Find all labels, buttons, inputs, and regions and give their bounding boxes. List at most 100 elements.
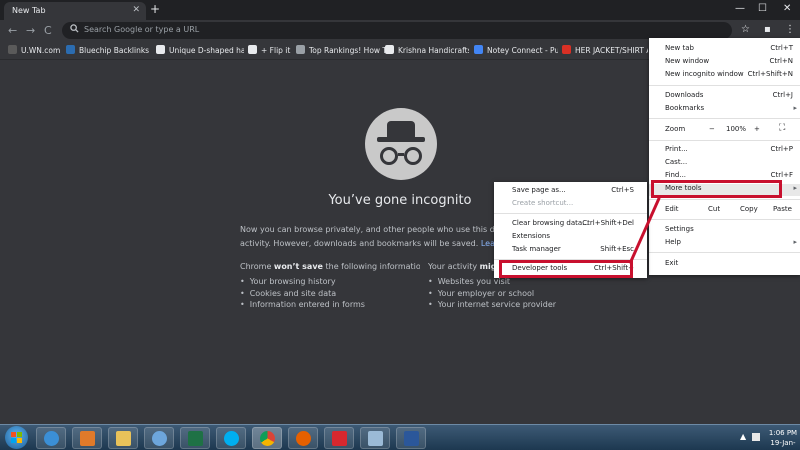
folder-icon — [116, 431, 131, 446]
search-icon — [70, 24, 79, 36]
activity-visible-list: Websites you visit Your employer or scho… — [428, 276, 556, 311]
menu-item-new-tab[interactable]: New tab Ctrl+T — [665, 44, 793, 56]
description-line: activity. However, downloads and bookmar… — [240, 237, 495, 251]
bookmark-star-icon[interactable]: ☆ — [741, 24, 750, 35]
menu-separator — [649, 85, 800, 86]
incognito-profile-icon[interactable]: ▪ — [764, 24, 771, 35]
forward-icon[interactable]: → — [26, 24, 35, 37]
submenu-item-extensions[interactable]: Extensions — [512, 232, 634, 244]
menu-label: Task manager — [512, 245, 561, 253]
menu-item-new-window[interactable]: New window Ctrl+N — [665, 57, 793, 69]
menu-label: Clear browsing data... — [512, 219, 589, 227]
menu-label: Edit — [665, 205, 679, 213]
learn-more-link[interactable]: Learn mor — [481, 239, 495, 248]
taskbar-app-word[interactable] — [396, 427, 426, 449]
taskbar-app-paint[interactable] — [144, 427, 174, 449]
submenu-item-save-page[interactable]: Save page as... Ctrl+S — [512, 186, 634, 198]
tray-expand-icon[interactable]: ▲ — [740, 432, 746, 441]
menu-item-print[interactable]: Print... Ctrl+P — [665, 145, 793, 157]
menu-item-help[interactable]: Help ▸ — [665, 238, 797, 250]
heading-bold: won’t save — [273, 262, 323, 271]
taskbar-app-generic[interactable] — [360, 427, 390, 449]
taskbar-app-skype[interactable] — [216, 427, 246, 449]
menu-label: New incognito window — [665, 70, 744, 78]
fullscreen-icon[interactable]: ⛶ — [779, 123, 785, 133]
menu-item-exit[interactable]: Exit — [665, 259, 793, 271]
bookmark-item[interactable]: HER JACKET/SHIRT A — [562, 45, 648, 55]
taskbar-app-acrobat[interactable] — [324, 427, 354, 449]
list-item: Your internet service provider — [428, 299, 556, 311]
menu-item-new-incognito[interactable]: New incognito window Ctrl+Shift+N — [665, 70, 793, 82]
list-item: Your employer or school — [428, 288, 556, 300]
internet-explorer-icon — [44, 431, 59, 446]
submenu-item-task-manager[interactable]: Task manager Shift+Esc — [512, 245, 634, 257]
bookmark-favicon — [474, 45, 483, 54]
taskbar-app-excel[interactable] — [180, 427, 210, 449]
menu-label: Exit — [665, 259, 679, 267]
reload-icon[interactable]: C — [44, 24, 52, 37]
acrobat-icon — [332, 431, 347, 446]
chrome-menu-icon[interactable]: ⋮ — [785, 24, 795, 35]
menu-item-downloads[interactable]: Downloads Ctrl+J — [665, 91, 793, 103]
submenu-item-clear-browsing-data[interactable]: Clear browsing data... Ctrl+Shift+Del — [512, 219, 634, 231]
skype-icon — [224, 431, 239, 446]
copy-button[interactable]: Copy — [740, 205, 758, 213]
menu-shortcut: Shift+Esc — [600, 245, 634, 253]
menu-item-settings[interactable]: Settings — [665, 225, 793, 237]
tab-strip: New Tab ✕ + — ☐ ✕ — [0, 0, 800, 20]
taskbar-app-media-player[interactable] — [72, 427, 102, 449]
menu-separator — [649, 199, 800, 200]
back-icon[interactable]: ← — [8, 24, 17, 37]
bookmark-favicon — [156, 45, 165, 54]
windows-logo-icon — [11, 432, 22, 443]
maximize-icon[interactable]: ☐ — [758, 3, 767, 14]
incognito-description: Now you can browse privately, and other … — [240, 223, 495, 251]
submenu-arrow-icon: ▸ — [793, 104, 797, 112]
taskbar-app-chrome[interactable] — [252, 427, 282, 449]
menu-label: Downloads — [665, 91, 704, 99]
menu-shortcut: Ctrl+S — [611, 186, 634, 194]
menu-separator — [649, 219, 800, 220]
paste-button[interactable]: Paste — [773, 205, 792, 213]
page-title: You’ve gone incognito — [328, 193, 472, 208]
heading-bold: migh — [479, 262, 494, 271]
taskbar-app-firefox[interactable] — [288, 427, 318, 449]
bookmark-favicon — [296, 45, 305, 54]
action-center-flag-icon[interactable] — [752, 433, 760, 441]
tab-new-tab[interactable]: New Tab ✕ — [4, 2, 146, 20]
heading-text: Chrome — [240, 262, 274, 271]
submenu-arrow-icon: ▸ — [793, 238, 797, 246]
zoom-out-button[interactable]: − — [709, 125, 715, 133]
new-tab-button[interactable]: + — [150, 3, 160, 15]
system-clock[interactable]: 1:06 PM 19-Jan-19 — [768, 428, 798, 450]
minimize-icon[interactable]: — — [735, 3, 745, 14]
omnibox-placeholder: Search Google or type a URL — [84, 25, 200, 34]
bookmark-item[interactable]: Krishna Handicrafts — [385, 45, 469, 55]
bookmark-label: + Flip it — [261, 46, 291, 55]
close-window-icon[interactable]: ✕ — [783, 3, 791, 14]
bookmark-item[interactable]: Top Rankings! How T — [296, 45, 388, 55]
menu-shortcut: Ctrl+P — [770, 145, 793, 153]
menu-label: Extensions — [512, 232, 551, 240]
bookmark-item[interactable]: Unique D-shaped ha — [156, 45, 244, 55]
developer-tools-highlight — [499, 260, 633, 278]
menu-item-cast[interactable]: Cast... — [665, 158, 793, 170]
wont-save-list: Your browsing history Cookies and site d… — [240, 276, 365, 311]
omnibox[interactable]: Search Google or type a URL — [62, 22, 732, 39]
zoom-in-button[interactable]: + — [754, 125, 760, 133]
bookmark-item[interactable]: Notey Connect - Pub — [474, 45, 558, 55]
menu-label: Bookmarks — [665, 104, 705, 112]
menu-item-bookmarks[interactable]: Bookmarks ▸ — [665, 104, 797, 116]
menu-label: Settings — [665, 225, 694, 233]
taskbar-app-file-explorer[interactable] — [108, 427, 138, 449]
bookmark-item[interactable]: Bluechip Backlinks By — [66, 45, 150, 55]
bookmark-label: Notey Connect - Pub — [487, 46, 558, 55]
bookmark-item[interactable]: U.WN.com — [8, 45, 64, 55]
cut-button[interactable]: Cut — [708, 205, 720, 213]
taskbar-app-internet-explorer[interactable] — [36, 427, 66, 449]
start-button[interactable] — [5, 426, 28, 449]
bookmark-label: Unique D-shaped ha — [169, 46, 244, 55]
wont-save-heading: Chrome won’t save the following informat… — [240, 262, 420, 271]
tab-close-icon[interactable]: ✕ — [132, 5, 140, 15]
bookmark-item[interactable]: + Flip it — [248, 45, 296, 55]
